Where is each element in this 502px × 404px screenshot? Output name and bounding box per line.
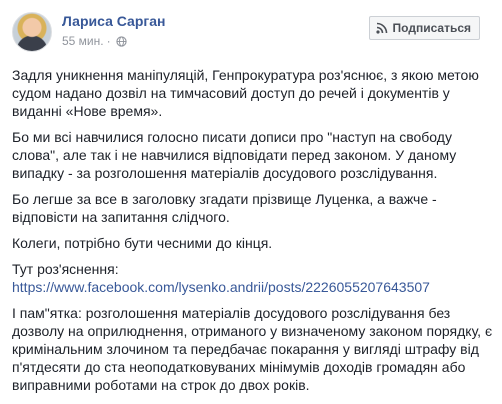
post-header: Лариса Сарган 55 мин. · Подписаться	[12, 12, 490, 56]
post-paragraph: Задля уникнення маніпуляцій, Генпрокурат…	[12, 67, 479, 119]
post-time[interactable]: 55 мин.	[62, 34, 104, 48]
rss-icon	[375, 22, 387, 34]
meta-separator: ·	[106, 34, 111, 48]
post-body: Задля уникнення маніпуляцій, Генпрокурат…	[12, 66, 494, 402]
explanation-block: Тут роз'яснення: https://www.facebook.co…	[12, 260, 494, 296]
post-paragraph: Бо легше за все в заголовку згадати пріз…	[12, 191, 437, 225]
author-name[interactable]: Лариса Сарган	[62, 13, 165, 29]
post-paragraph: Бо ми всі навчилися голосно писати допис…	[12, 129, 457, 181]
post-paragraph-final: І пам"ятка: розголошення матеріалів досу…	[12, 305, 493, 393]
avatar[interactable]	[12, 12, 52, 52]
globe-icon[interactable]	[115, 35, 127, 47]
explanation-label: Тут роз'яснення:	[12, 261, 119, 277]
subscribe-label: Подписаться	[392, 21, 471, 35]
subscribe-button[interactable]: Подписаться	[368, 16, 480, 40]
post-link[interactable]: https://www.facebook.com/lysenko.andrii/…	[12, 279, 430, 295]
post-meta: 55 мин. ·	[62, 34, 127, 48]
post-paragraph: Колеги, потрібно бути чесними до кінця.	[12, 235, 273, 251]
